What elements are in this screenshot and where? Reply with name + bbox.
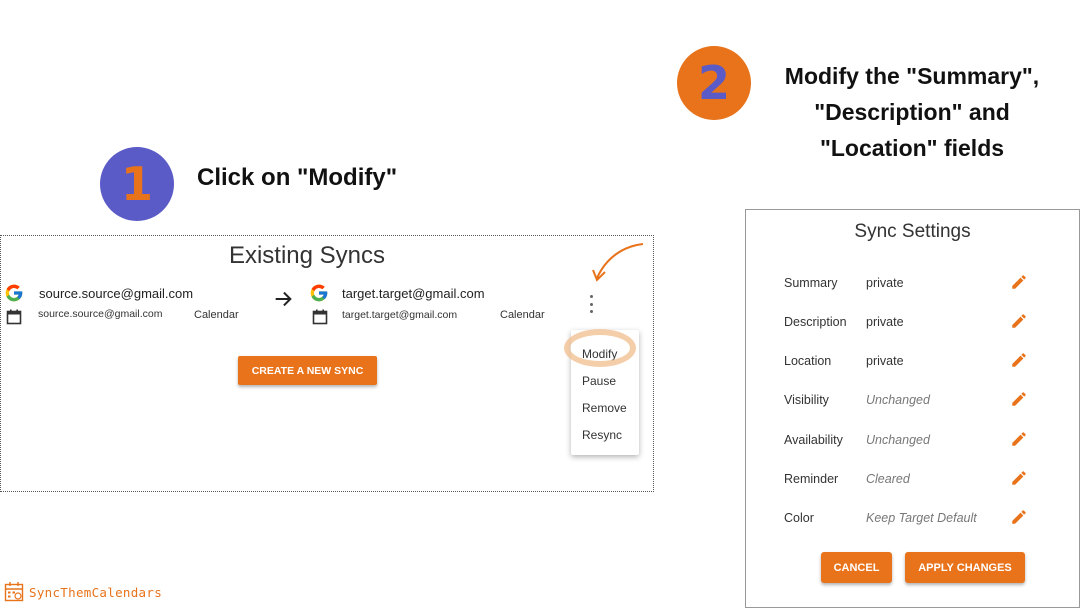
existing-syncs-panel: Existing Syncs source.source@gmail.com s… xyxy=(0,235,654,492)
more-options-icon[interactable] xyxy=(587,295,595,313)
target-email: target.target@gmail.com xyxy=(342,286,485,301)
calendar-icon xyxy=(312,309,328,325)
setting-value-summary: private xyxy=(866,276,904,290)
arrow-right-icon xyxy=(275,291,292,307)
setting-label-availability: Availability xyxy=(784,433,843,447)
setting-value-visibility: Unchanged xyxy=(866,393,930,407)
setting-value-description: private xyxy=(866,315,904,329)
setting-label-location: Location xyxy=(784,354,832,368)
setting-label-visibility: Visibility xyxy=(784,393,829,407)
step-1-badge: 1 xyxy=(100,147,174,221)
existing-syncs-title: Existing Syncs xyxy=(228,242,386,269)
setting-value-color: Keep Target Default xyxy=(866,511,977,525)
brand-logo: SyncThemCalendars xyxy=(4,581,162,603)
setting-label-description: Description xyxy=(784,315,847,329)
step-2-badge: 2 xyxy=(677,46,751,120)
apply-changes-button[interactable]: APPLY CHANGES xyxy=(905,552,1025,583)
brand-name: SyncThemCalendars xyxy=(29,584,163,600)
setting-value-location: private xyxy=(866,354,904,368)
source-calendar-label: Calendar xyxy=(194,309,239,321)
google-icon xyxy=(5,284,23,302)
setting-label-reminder: Reminder xyxy=(784,472,839,486)
edit-location-icon[interactable] xyxy=(1010,351,1028,369)
setting-value-availability: Unchanged xyxy=(866,433,930,447)
menu-item-pause[interactable]: Pause xyxy=(582,374,616,388)
step-1-instruction: Click on "Modify" xyxy=(197,164,398,191)
create-new-sync-button[interactable]: CREATE A NEW SYNC xyxy=(238,356,377,385)
setting-value-reminder: Cleared xyxy=(866,472,910,486)
setting-label-summary: Summary xyxy=(784,276,838,290)
step-2-instruction: Modify the "Summary", "Description" and … xyxy=(784,63,1040,161)
edit-visibility-icon[interactable] xyxy=(1010,390,1028,408)
menu-item-resync[interactable]: Resync xyxy=(582,428,622,442)
step-1-number: 1 xyxy=(120,157,153,211)
source-email: source.source@gmail.com xyxy=(39,286,194,301)
target-calendar-label: Calendar xyxy=(500,309,545,321)
calendar-logo-icon xyxy=(4,582,24,602)
google-icon xyxy=(310,284,328,302)
edit-availability-icon[interactable] xyxy=(1010,430,1028,448)
edit-reminder-icon[interactable] xyxy=(1010,469,1028,487)
edit-color-icon[interactable] xyxy=(1010,508,1028,526)
calendar-icon xyxy=(6,309,22,325)
curved-arrow-icon xyxy=(592,243,644,282)
target-calendar-email: target.target@gmail.com xyxy=(342,309,458,321)
source-calendar-email: source.source@gmail.com xyxy=(38,308,163,320)
menu-item-remove[interactable]: Remove xyxy=(582,401,627,415)
modify-highlight-circle xyxy=(564,329,636,367)
edit-description-icon[interactable] xyxy=(1010,312,1028,330)
cancel-button[interactable]: CANCEL xyxy=(821,552,892,583)
sync-settings-dialog: Sync Settings Summary private Descriptio… xyxy=(745,209,1080,608)
setting-label-color: Color xyxy=(784,511,814,525)
sync-settings-title: Sync Settings xyxy=(854,221,971,242)
step-2-number: 2 xyxy=(697,56,730,110)
edit-summary-icon[interactable] xyxy=(1010,273,1028,291)
